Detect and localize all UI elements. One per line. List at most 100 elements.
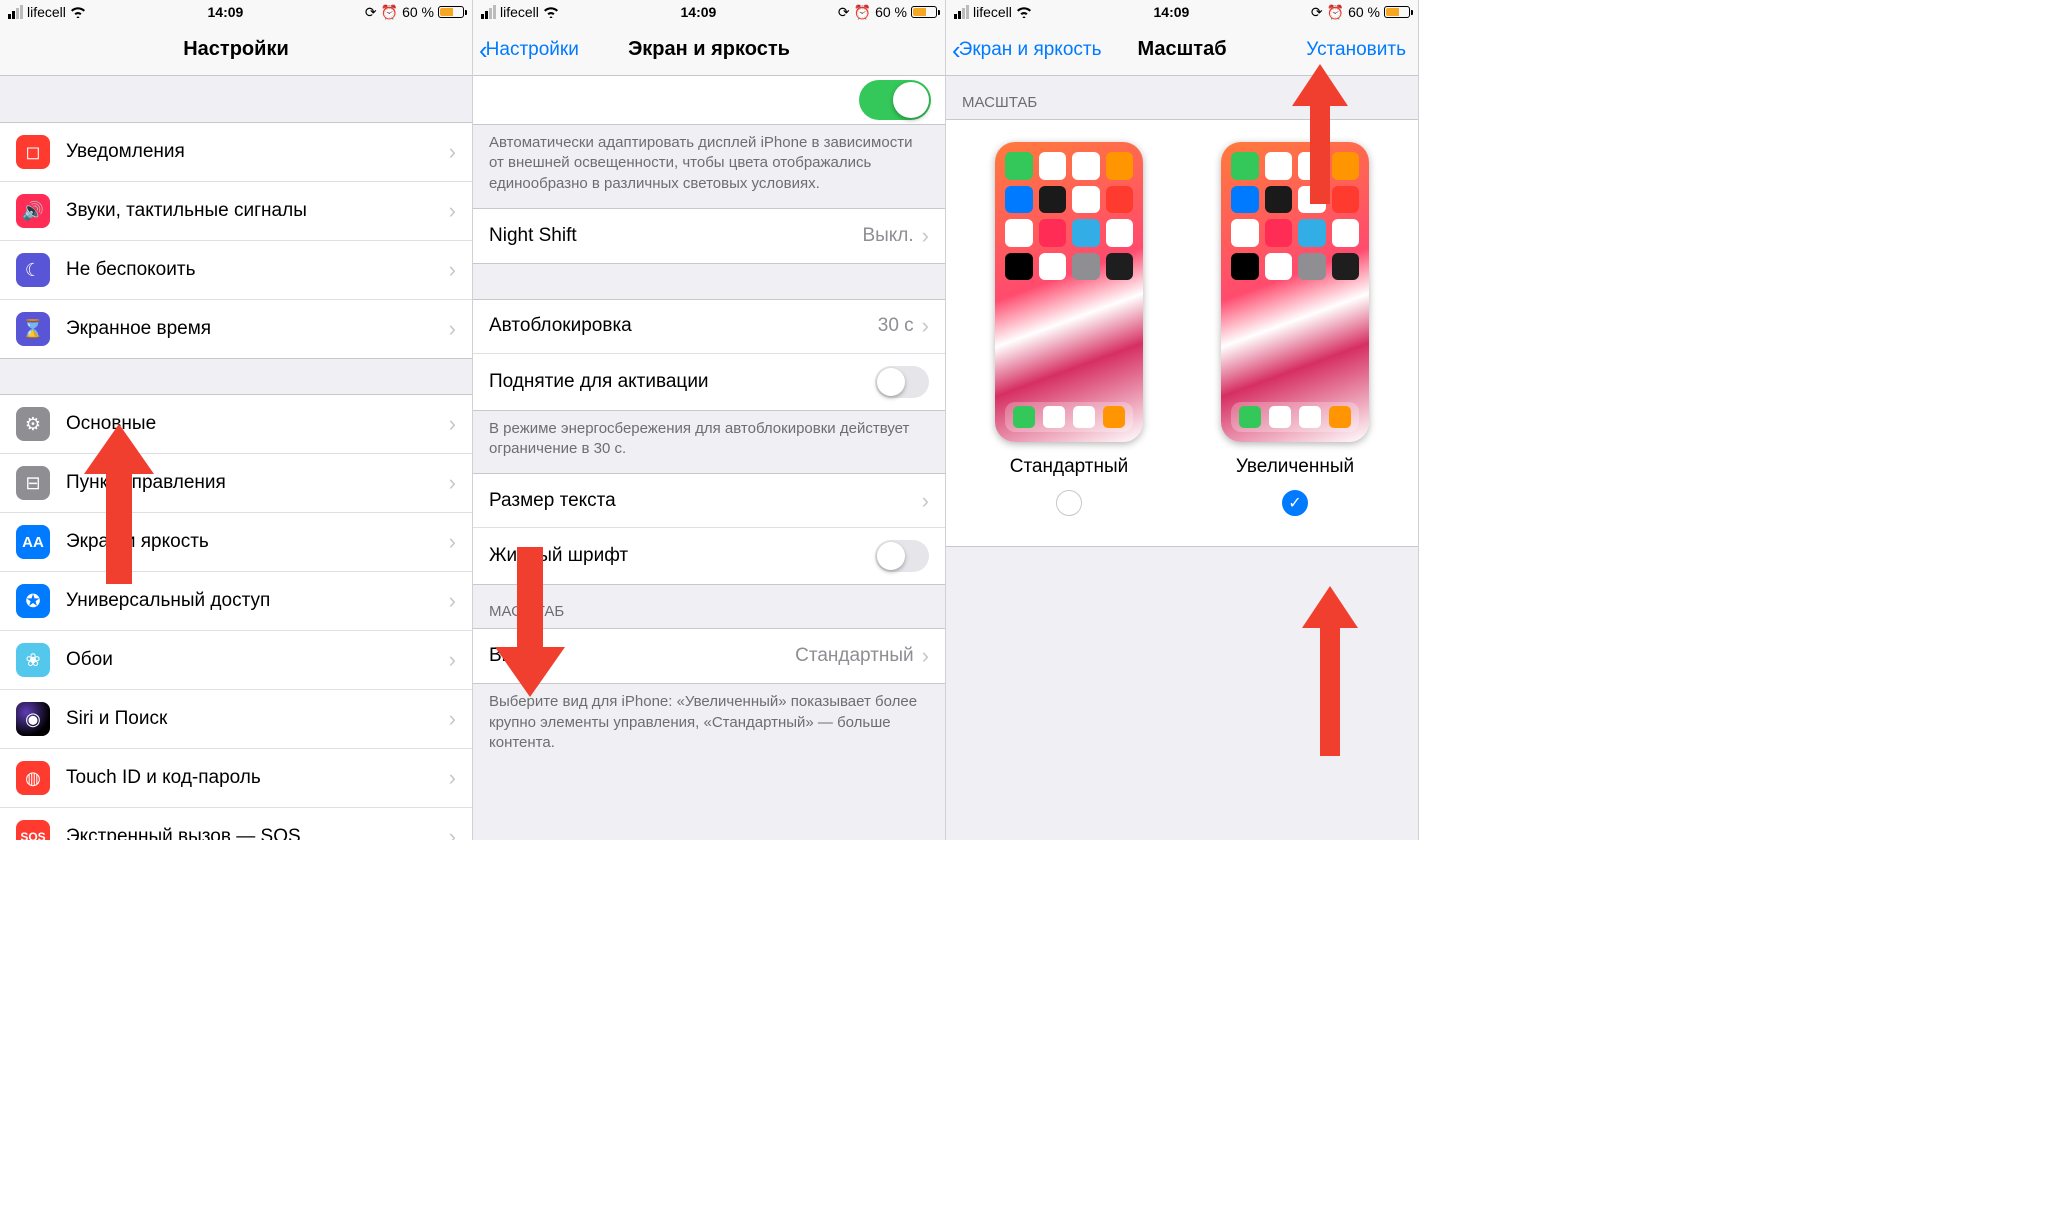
- raise-to-wake-row: Поднятие для активации: [473, 354, 945, 410]
- loop-icon: ⟳: [1311, 4, 1323, 21]
- radio-standard[interactable]: [1056, 490, 1082, 516]
- wifi-icon: [70, 6, 86, 18]
- row-icon: ❀: [16, 643, 50, 677]
- settings-row[interactable]: AAЭкран и яркость›: [0, 513, 472, 572]
- carrier-label: lifecell: [500, 4, 539, 20]
- row-icon: ◉: [16, 702, 50, 736]
- settings-scroll[interactable]: ◻Уведомления›🔊Звуки, тактильные сигналы›…: [0, 76, 472, 840]
- autolock-row[interactable]: Автоблокировка 30 с ›: [473, 300, 945, 354]
- row-icon: SOS: [16, 820, 50, 840]
- loop-icon: ⟳: [838, 4, 850, 21]
- settings-row[interactable]: ◻Уведомления›: [0, 123, 472, 182]
- chevron-right-icon: ›: [449, 824, 456, 840]
- zoom-option-standard[interactable]: Стандартный: [995, 142, 1143, 516]
- row-label: Night Shift: [489, 225, 862, 247]
- nav-bar: Настройки: [0, 24, 472, 76]
- night-shift-row[interactable]: Night Shift Выкл. ›: [473, 209, 945, 263]
- settings-group-general: ⚙Основные›⊟Пункт управления› AA Экран и яр…: [0, 394, 472, 840]
- radio-zoomed[interactable]: ✓: [1282, 490, 1308, 516]
- settings-row[interactable]: 🔊Звуки, тактильные сигналы›: [0, 182, 472, 241]
- clock: 14:09: [208, 4, 244, 20]
- status-bar: lifecell 14:09 ⟳ ⏰ 60 %: [946, 0, 1418, 24]
- row-label: Экранное время: [66, 318, 449, 340]
- zoom-header: МАСШТАБ: [473, 585, 945, 628]
- chevron-right-icon: ›: [922, 313, 929, 339]
- chevron-right-icon: ›: [449, 411, 456, 437]
- row-label: Обои: [66, 649, 449, 671]
- zoom-option-zoomed[interactable]: Увеличенный ✓: [1221, 142, 1369, 516]
- alarm-icon: ⏰: [854, 4, 871, 21]
- row-label: Поднятие для активации: [489, 371, 875, 393]
- battery-percent: 60 %: [402, 4, 434, 20]
- chevron-right-icon: ›: [449, 257, 456, 283]
- panel-display-brightness: lifecell 14:09 ⟳ ⏰ 60 % ‹ Настройки Экра…: [473, 0, 946, 840]
- settings-row[interactable]: ◉ Siri и Поиск›: [0, 690, 472, 749]
- display-scroll[interactable]: Автоматически адаптировать дисплей iPhon…: [473, 76, 945, 840]
- true-tone-toggle[interactable]: [859, 80, 931, 120]
- chevron-right-icon: ›: [449, 198, 456, 224]
- settings-row[interactable]: ⚙Основные›: [0, 395, 472, 454]
- zoom-scroll[interactable]: МАСШТАБ Стандартный Увеличенный ✓: [946, 76, 1418, 840]
- row-label: Экстренный вызов — SOS: [66, 826, 449, 840]
- bold-toggle[interactable]: [875, 540, 929, 572]
- set-button[interactable]: Установить: [1306, 24, 1406, 75]
- row-label: Экран и яркость: [66, 531, 449, 553]
- row-label: Звуки, тактильные сигналы: [66, 200, 449, 222]
- clock: 14:09: [681, 4, 717, 20]
- chevron-right-icon: ›: [922, 223, 929, 249]
- true-tone-row: [473, 76, 945, 124]
- back-button[interactable]: ‹ Настройки: [479, 24, 579, 75]
- nav-title: Экран и яркость: [628, 38, 790, 61]
- row-label: Не беспокоить: [66, 259, 449, 281]
- signal-icon: [481, 5, 496, 19]
- settings-row[interactable]: ✪Универсальный доступ›: [0, 572, 472, 631]
- row-icon: ◍: [16, 761, 50, 795]
- chevron-right-icon: ›: [449, 588, 456, 614]
- loop-icon: ⟳: [365, 4, 377, 21]
- wifi-icon: [543, 6, 559, 18]
- bold-text-row: Жирный шрифт: [473, 528, 945, 584]
- battery-percent: 60 %: [875, 4, 907, 20]
- row-detail: Стандартный: [795, 645, 914, 667]
- wifi-icon: [1016, 6, 1032, 18]
- zoom-header: МАСШТАБ: [946, 76, 1418, 119]
- row-icon: ✪: [16, 584, 50, 618]
- set-label: Установить: [1306, 39, 1406, 61]
- battery-icon: [438, 6, 464, 18]
- row-label: Вид: [489, 645, 795, 667]
- settings-row[interactable]: ⊟Пункт управления›: [0, 454, 472, 513]
- zoom-options: Стандартный Увеличенный ✓: [946, 119, 1418, 547]
- battery-icon: [1384, 6, 1410, 18]
- text-size-row[interactable]: Размер текста ›: [473, 474, 945, 528]
- row-label: Автоблокировка: [489, 315, 878, 337]
- zoom-option-label: Увеличенный: [1236, 456, 1354, 478]
- chevron-right-icon: ›: [449, 706, 456, 732]
- settings-row[interactable]: ❀Обои›: [0, 631, 472, 690]
- row-detail: Выкл.: [862, 225, 913, 247]
- battery-percent: 60 %: [1348, 4, 1380, 20]
- carrier-label: lifecell: [973, 4, 1012, 20]
- settings-row[interactable]: ☾Не беспокоить›: [0, 241, 472, 300]
- row-icon: AA: [16, 525, 50, 559]
- back-button[interactable]: ‹ Экран и яркость: [952, 24, 1102, 75]
- row-detail: 30 с: [878, 315, 914, 337]
- row-icon: ◻: [16, 135, 50, 169]
- row-icon: ⊟: [16, 466, 50, 500]
- zoom-option-label: Стандартный: [1010, 456, 1129, 478]
- back-label: Экран и яркость: [959, 39, 1102, 61]
- alarm-icon: ⏰: [381, 4, 398, 21]
- nav-title: Настройки: [183, 38, 289, 61]
- settings-row[interactable]: ◍Touch ID и код-пароль›: [0, 749, 472, 808]
- settings-row[interactable]: SOS Экстренный вызов — SOS›: [0, 808, 472, 840]
- row-icon: ⌛: [16, 312, 50, 346]
- row-label: Siri и Поиск: [66, 708, 449, 730]
- true-tone-footer: Автоматически адаптировать дисплей iPhon…: [473, 125, 945, 208]
- battery-icon: [911, 6, 937, 18]
- view-row[interactable]: Вид Стандартный ›: [473, 629, 945, 683]
- settings-group-notifications: ◻Уведомления›🔊Звуки, тактильные сигналы›…: [0, 122, 472, 359]
- chevron-right-icon: ›: [449, 316, 456, 342]
- row-icon: ⚙: [16, 407, 50, 441]
- nav-title: Масштаб: [1137, 38, 1226, 61]
- settings-row[interactable]: ⌛ Экранное время›: [0, 300, 472, 358]
- raise-toggle[interactable]: [875, 366, 929, 398]
